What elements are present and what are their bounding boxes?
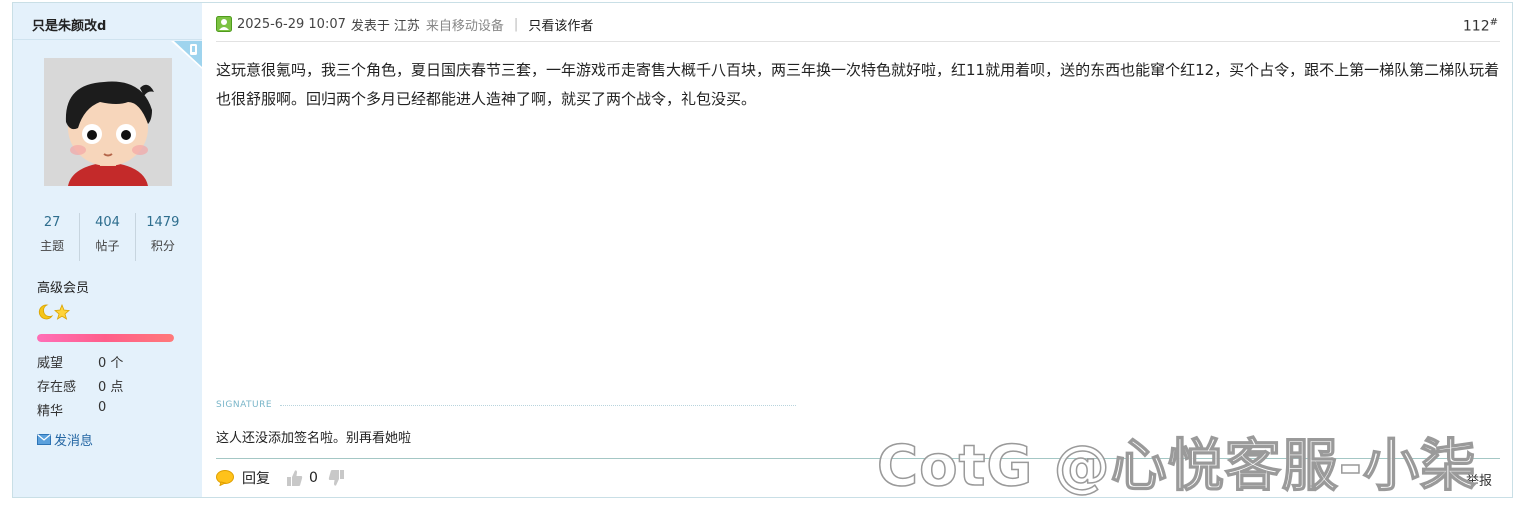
stat-posts[interactable]: 404 帖子 bbox=[80, 213, 136, 261]
floor-number-value: 112 bbox=[1462, 18, 1490, 35]
stat-threads-value: 27 bbox=[43, 215, 61, 230]
avatar-image bbox=[44, 58, 172, 186]
watermark: CotG @心悦客服-小柒 bbox=[876, 433, 1478, 500]
stat-points-value: 1479 bbox=[146, 215, 180, 230]
post-meta: 2025-6-29 10:07 发表于 江苏 来自移动设备 | 只看该作者 bbox=[216, 14, 593, 34]
only-author-link[interactable]: 只看该作者 bbox=[528, 15, 593, 34]
send-message-label: 发消息 bbox=[54, 434, 94, 449]
level-icons bbox=[38, 303, 70, 320]
thumbs-down-icon[interactable] bbox=[328, 469, 345, 487]
send-message-link[interactable]: 发消息 bbox=[37, 430, 93, 449]
post-content: 这玩意很氪吗，我三个角色，夏日国庆春节三套，一年游戏币走寄售大概千八百块，两三年… bbox=[216, 61, 1500, 108]
meta-separator: | bbox=[513, 16, 519, 32]
level-progress-bar bbox=[37, 334, 174, 342]
author-name[interactable]: 只是朱颜改d bbox=[13, 3, 202, 40]
reply-button[interactable]: 回复 bbox=[242, 468, 270, 488]
moon-icon bbox=[38, 304, 54, 320]
level-progress-fill bbox=[37, 334, 174, 342]
envelope-icon bbox=[37, 434, 51, 445]
thumbs-up-icon[interactable] bbox=[286, 469, 303, 487]
star-icon bbox=[54, 303, 70, 320]
posted-in-label: 发表于 bbox=[350, 18, 390, 34]
author-avatar[interactable] bbox=[44, 58, 172, 186]
floor-number[interactable]: 112# bbox=[1463, 17, 1498, 35]
online-status-icon bbox=[216, 16, 232, 32]
mobile-badge-icon bbox=[171, 41, 202, 69]
attr-presence-label: 存在感 bbox=[37, 380, 77, 395]
stat-posts-value: 404 bbox=[95, 215, 120, 230]
post-time: 2025-6-29 10:07 bbox=[237, 16, 346, 32]
attr-prestige-label: 威望 bbox=[37, 356, 64, 371]
member-rank[interactable]: 高级会员 bbox=[37, 277, 89, 296]
signature-label: SIGNATURE bbox=[216, 400, 273, 410]
stat-threads-label: 主题 bbox=[40, 239, 65, 253]
author-stats: 27 主题 404 帖子 1479 积分 bbox=[25, 213, 190, 261]
author-sidebar: 只是朱颜改d 27 主题 404 帖子 1479 积分 高级会员 威望 0 个 … bbox=[13, 3, 202, 497]
stat-points[interactable]: 1479 积分 bbox=[136, 213, 190, 261]
attr-prestige: 威望 0 个 bbox=[37, 352, 123, 371]
attr-digest-value: 0 bbox=[98, 400, 107, 415]
attr-presence-value: 0 点 bbox=[98, 380, 124, 395]
stat-points-label: 积分 bbox=[150, 239, 175, 253]
attr-presence: 存在感 0 点 bbox=[37, 376, 123, 395]
post-device: 来自移动设备 bbox=[425, 18, 504, 34]
forum-post: 只是朱颜改d 27 主题 404 帖子 1479 积分 高级会员 威望 0 个 … bbox=[12, 2, 1513, 500]
post-actions: 回复 0 bbox=[216, 468, 345, 488]
stat-posts-label: 帖子 bbox=[95, 239, 120, 253]
like-count: 0 bbox=[309, 470, 318, 486]
reply-icon[interactable] bbox=[216, 470, 234, 486]
attr-digest-label: 精华 bbox=[37, 404, 64, 419]
attr-prestige-value: 0 个 bbox=[98, 356, 124, 371]
attr-digest: 精华 0 bbox=[37, 400, 106, 419]
post-region: 江苏 bbox=[393, 18, 420, 34]
signature-divider bbox=[280, 405, 796, 406]
stat-threads[interactable]: 27 主题 bbox=[25, 213, 81, 261]
header-divider bbox=[216, 41, 1500, 42]
signature-text: 这人还没添加签名啦。别再看她啦 bbox=[216, 431, 412, 446]
floor-mark: # bbox=[1489, 17, 1498, 28]
